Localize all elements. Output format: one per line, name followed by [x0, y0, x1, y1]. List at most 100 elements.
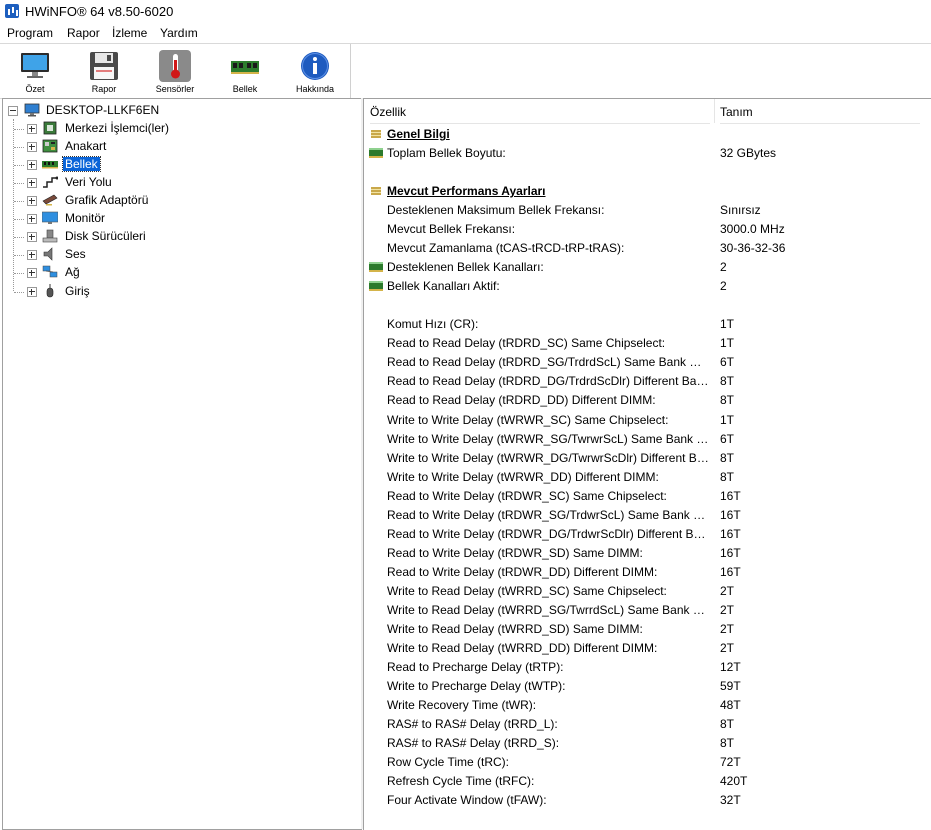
detail-row[interactable]: Row Cycle Time (tRC): 72T	[364, 753, 931, 772]
detail-row[interactable]: Four Activate Window (tFAW): 32T	[364, 791, 931, 810]
expand-icon[interactable]	[27, 142, 37, 152]
property-value: 8T	[720, 469, 735, 484]
expand-icon[interactable]	[27, 214, 37, 224]
detail-row[interactable]: Mevcut Bellek Frekansı: 3000.0 MHz	[364, 220, 931, 239]
property-name: Bellek Kanalları Aktif:	[387, 279, 500, 294]
expand-icon[interactable]	[27, 178, 37, 188]
tree-branch	[14, 237, 24, 238]
tree-item-audio[interactable]: Ses	[14, 246, 327, 264]
section-header[interactable]: Mevcut Performans Ayarları	[364, 182, 931, 201]
about-button[interactable]: Hakkında	[283, 48, 347, 96]
memory-button[interactable]: Bellek	[213, 48, 277, 96]
property-column-header[interactable]: Özellik	[370, 99, 710, 124]
detail-row[interactable]: Mevcut Zamanlama (tCAS-tRCD-tRP-tRAS): 30…	[364, 239, 931, 258]
property-value: 59T	[720, 678, 741, 693]
detail-row[interactable]: Write to Write Delay (tWRWR_SG/TwrwrScL)…	[364, 430, 931, 449]
property-value: 16T	[720, 545, 741, 560]
detail-row[interactable]: Read to Write Delay (tRDWR_SD) Same DIMM…	[364, 544, 931, 563]
detail-row[interactable]: Read to Read Delay (tRDRD_SC) Same Chips…	[364, 334, 931, 353]
property-name: Mevcut Zamanlama (tCAS-tRCD-tRP-tRAS):	[387, 241, 625, 256]
computer-icon	[24, 103, 40, 117]
tree-item-disks[interactable]: Disk Sürücüleri	[14, 228, 327, 246]
hwinfo-app-icon	[5, 4, 19, 18]
detail-row[interactable]: Read to Read Delay (tRDRD_DG/TrdrdScDlr)…	[364, 372, 931, 391]
property-name: Komut Hızı (CR):	[387, 317, 479, 332]
section-icon	[371, 130, 381, 138]
detail-row[interactable]: RAS# to RAS# Delay (tRRD_S): 8T	[364, 734, 931, 753]
window-title: HWiNFO® 64 v8.50-6020	[25, 4, 174, 19]
detail-row[interactable]: Komut Hızı (CR): 1T	[364, 315, 931, 334]
summary-label: Özet	[25, 84, 45, 94]
property-value: 8T	[720, 736, 735, 750]
mouse-icon	[46, 284, 54, 298]
tree-item-motherboard[interactable]: Anakart	[14, 138, 327, 156]
detail-row[interactable]: Desteklenen Maksimum Bellek Frekansı: Sın…	[364, 201, 931, 220]
detail-row[interactable]: Read to Write Delay (tRDWR_DG/TrdwrScDlr…	[364, 525, 931, 544]
detail-row[interactable]: Write to Write Delay (tWRWR_DD) Differen…	[364, 468, 931, 487]
tree-item-monitor[interactable]: Monitör	[14, 210, 327, 228]
summary-button[interactable]: Özet	[3, 48, 67, 96]
detail-row[interactable]: Read to Precharge Delay (tRTP): 12T	[364, 658, 931, 677]
detail-row[interactable]: Write to Read Delay (tWRRD_DD) Different…	[364, 639, 931, 658]
value-column-header[interactable]: Tanım	[720, 99, 920, 124]
detail-row[interactable]: Desteklenen Bellek Kanalları: 2	[364, 258, 931, 277]
property-value: 2T	[720, 621, 735, 636]
floppy-icon	[90, 52, 118, 80]
report-button[interactable]: Rapor	[72, 48, 136, 96]
detail-row[interactable]: Write to Write Delay (tWRWR_SC) Same Chi…	[364, 411, 931, 430]
tree-item-gpu[interactable]: Grafik Adaptörü	[14, 192, 327, 210]
expand-icon[interactable]	[27, 268, 37, 278]
detail-row[interactable]: Refresh Cycle Time (tRFC): 420T	[364, 772, 931, 791]
report-label: Rapor	[91, 84, 117, 94]
property-value: 8T	[720, 374, 735, 389]
detail-row[interactable]: Read to Read Delay (tRDRD_DD) Different …	[364, 391, 931, 410]
section-header[interactable]: Genel Bilgi	[364, 125, 931, 144]
detail-row[interactable]: RAS# to RAS# Delay (tRRD_L): 8T	[364, 715, 931, 734]
tree-branch	[14, 201, 24, 202]
column-separator[interactable]	[714, 99, 715, 123]
detail-row[interactable]: Write to Write Delay (tWRWR_DG/TwrwrScDl…	[364, 449, 931, 468]
device-tree[interactable]: DESKTOP-LLKF6EN Merkezi İşlemci(ler) Ana…	[2, 98, 362, 830]
expand-icon[interactable]	[27, 232, 37, 242]
property-value: 16T	[720, 488, 741, 503]
property-value: 1T	[720, 412, 735, 427]
tree-root[interactable]: DESKTOP-LLKF6EN	[8, 102, 208, 120]
menu-yardim[interactable]: Yardım	[160, 26, 198, 40]
menu-rapor[interactable]: Rapor	[67, 26, 100, 40]
detail-row[interactable]: Write to Read Delay (tWRRD_SD) Same DIMM…	[364, 620, 931, 639]
expand-icon[interactable]	[27, 160, 37, 170]
property-name: Write to Read Delay (tWRRD_SG/TwrrdScL) …	[387, 602, 709, 617]
property-value: 12T	[720, 659, 741, 674]
tree-item-network[interactable]: Ağ	[14, 264, 327, 282]
detail-row[interactable]: Read to Write Delay (tRDWR_DD) Different…	[364, 563, 931, 582]
property-name: Write to Read Delay (tWRRD_SD) Same DIMM…	[387, 621, 643, 636]
detail-row[interactable]: Write Recovery Time (tWR): 48T	[364, 696, 931, 715]
menu-izleme[interactable]: İzleme	[112, 26, 147, 40]
expand-icon[interactable]	[27, 250, 37, 260]
detail-row[interactable]: Read to Write Delay (tRDWR_SC) Same Chip…	[364, 487, 931, 506]
expand-icon[interactable]	[27, 196, 37, 206]
property-value: 72T	[720, 755, 741, 769]
menu-program[interactable]: Program	[7, 26, 53, 40]
detail-row[interactable]: Read to Write Delay (tRDWR_SG/TrdwrScL) …	[364, 506, 931, 525]
detail-row[interactable]: Toplam Bellek Boyutu: 32 GBytes	[364, 144, 931, 163]
tree-item-cpu[interactable]: Merkezi İşlemci(ler)	[14, 120, 327, 138]
collapse-icon[interactable]	[8, 106, 18, 116]
detail-row[interactable]: Write to Read Delay (tWRRD_SG/TwrrdScL) …	[364, 601, 931, 620]
detail-row[interactable]: Bellek Kanalları Aktif: 2	[364, 277, 931, 296]
detail-row[interactable]: Write to Read Delay (tWRRD_SC) Same Chip…	[364, 582, 931, 601]
detail-row[interactable]: Read to Read Delay (tRDRD_SG/TrdrdScL) S…	[364, 353, 931, 372]
tree-item-memory[interactable]: Bellek	[14, 156, 327, 174]
monitor-icon	[21, 53, 49, 78]
property-value: 16T	[720, 564, 741, 579]
sensors-button[interactable]: Sensörler	[143, 48, 207, 96]
property-value: 3000.0 MHz	[720, 222, 785, 237]
monitor-icon	[42, 211, 58, 224]
expand-icon[interactable]	[27, 124, 37, 134]
tree-branch	[14, 183, 24, 184]
tree-item-bus[interactable]: Veri Yolu	[14, 174, 327, 192]
tree-item-input[interactable]: Giriş	[14, 283, 327, 301]
detail-row[interactable]: Write to Precharge Delay (tWTP): 59T	[364, 677, 931, 696]
property-value: 2	[720, 260, 727, 275]
expand-icon[interactable]	[27, 287, 37, 297]
